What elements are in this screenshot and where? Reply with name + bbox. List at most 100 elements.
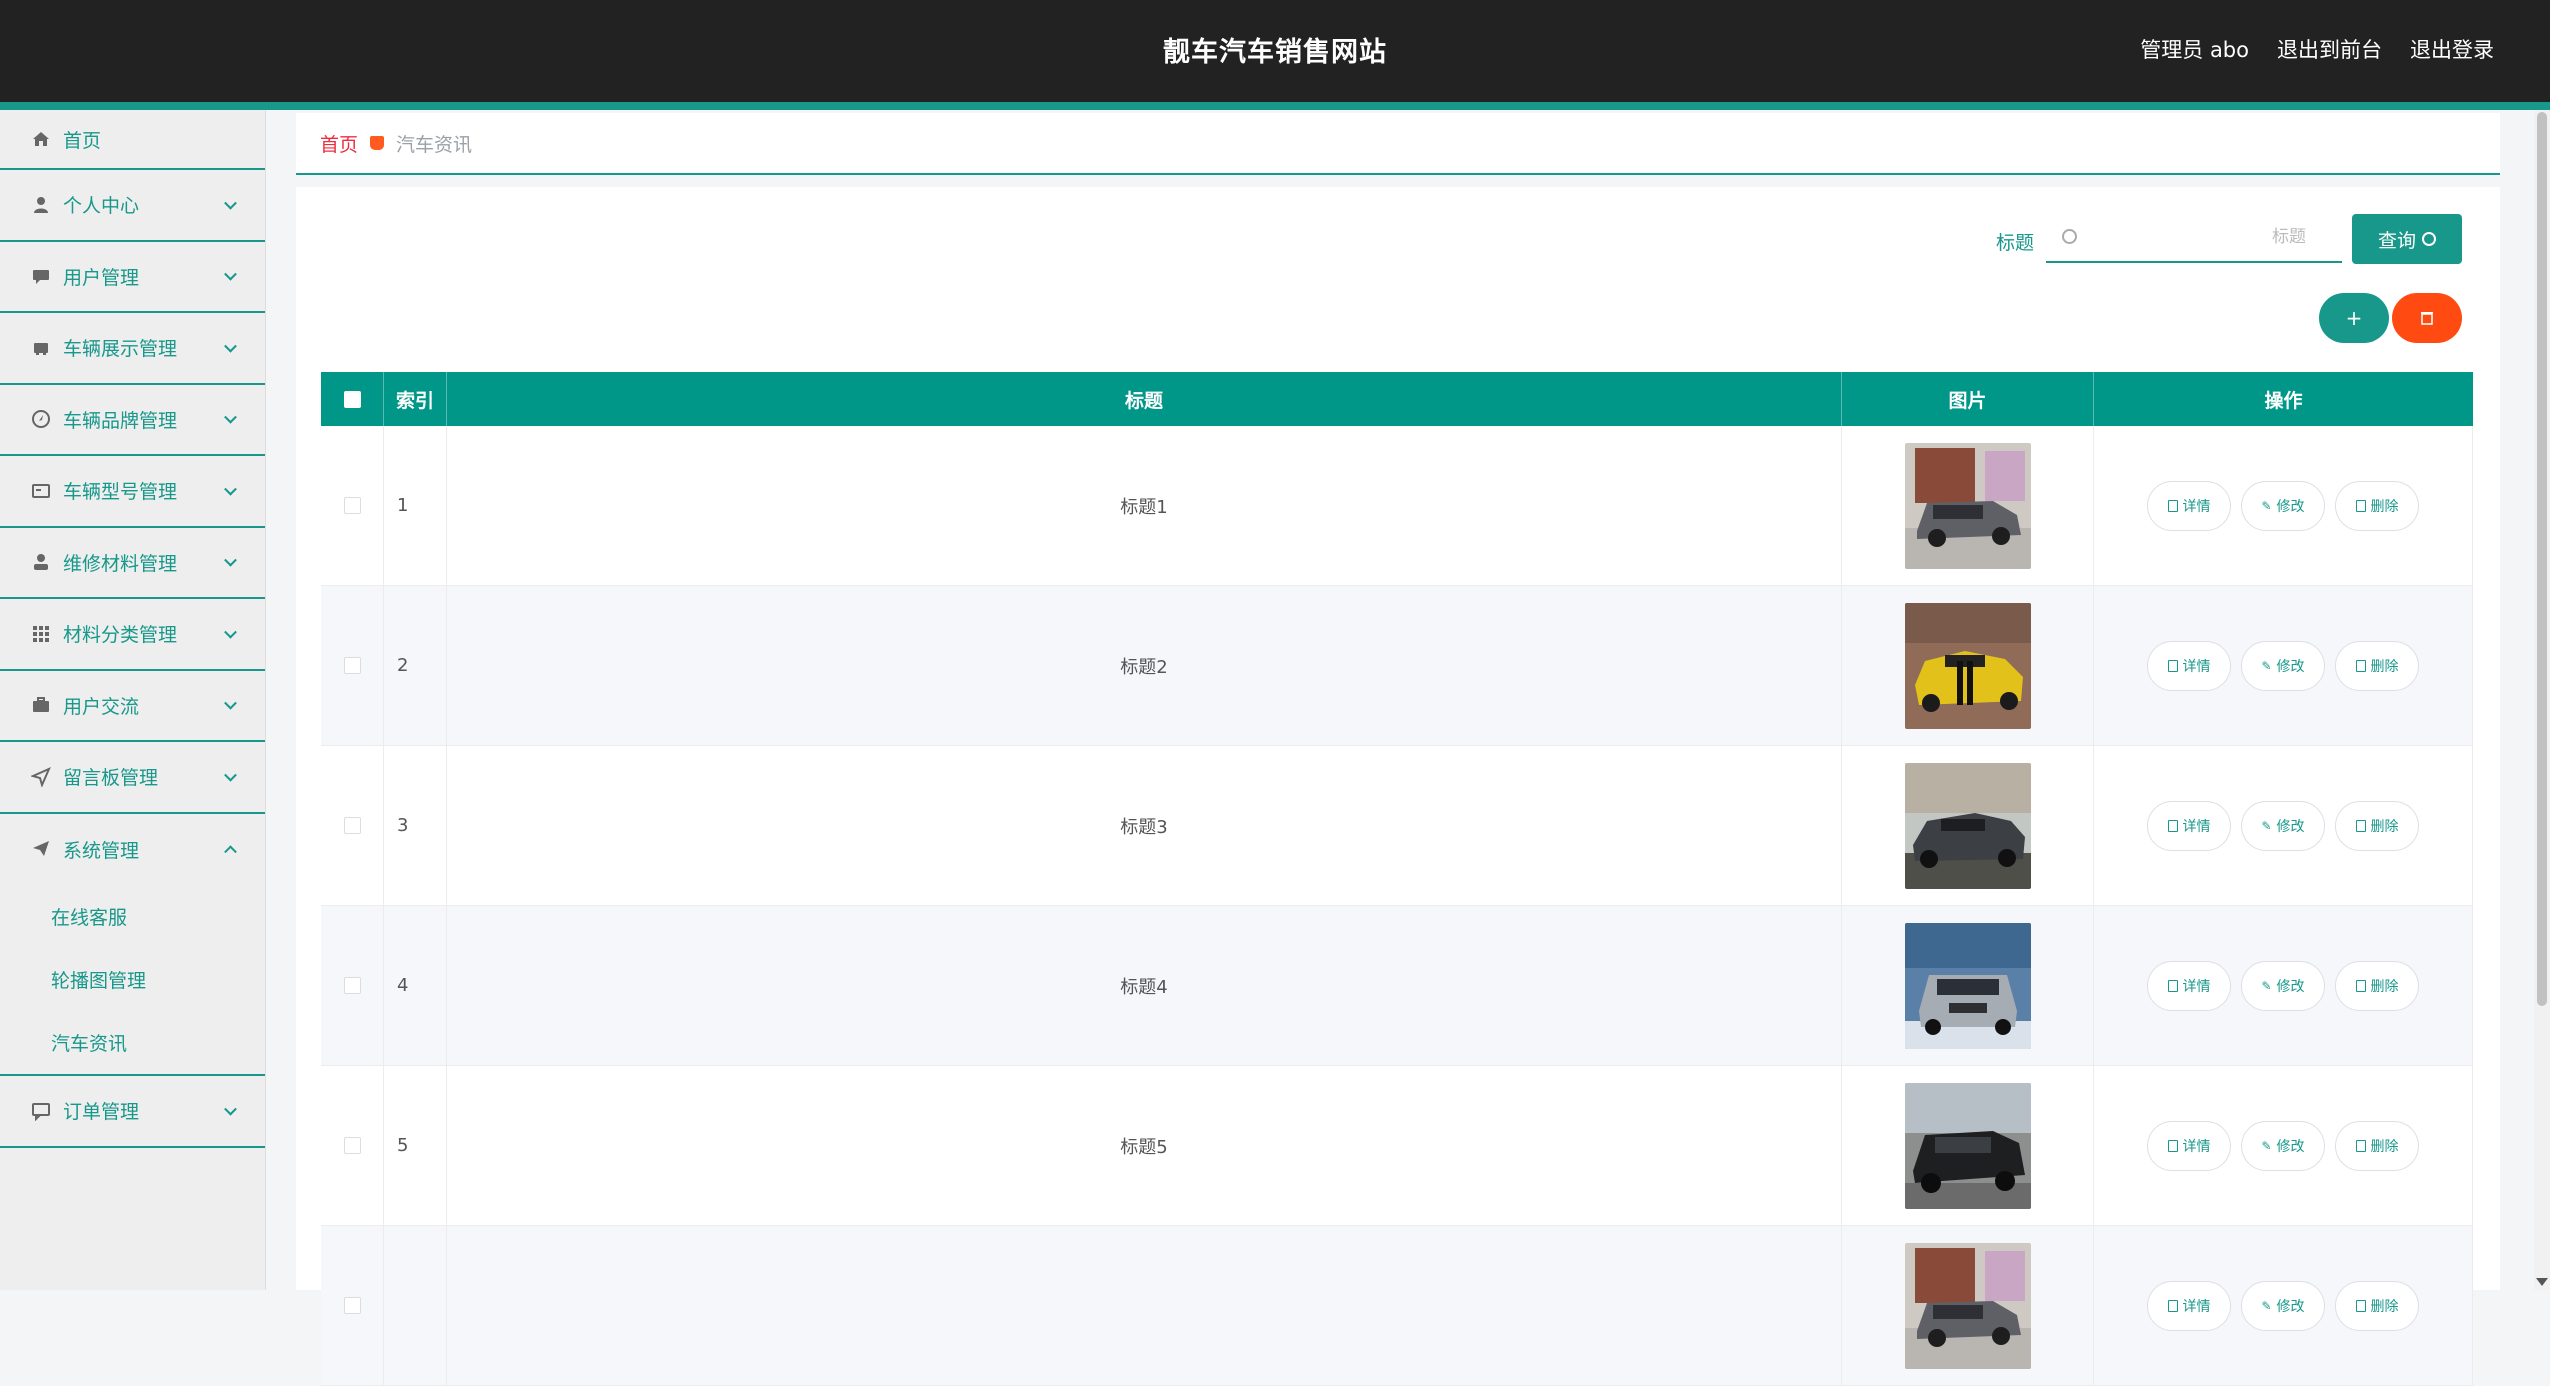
car-thumbnail[interactable] bbox=[1905, 763, 2031, 889]
detail-button[interactable]: 详情 bbox=[2147, 961, 2231, 1011]
delete-button[interactable]: 删除 bbox=[2335, 1281, 2419, 1331]
edit-button[interactable]: ✎修改 bbox=[2241, 641, 2325, 691]
table-header: 索引 标题 图片 操作 bbox=[321, 372, 2473, 426]
content-panel: 标题 查询 + 索引 标题 图片 操作 1 标题1 详情 ✎修改 删除 bbox=[296, 187, 2500, 1290]
chevron-down-icon bbox=[224, 197, 237, 210]
basket-icon bbox=[370, 136, 384, 150]
detail-label: 详情 bbox=[2183, 496, 2211, 516]
sidebar-item-label: 车辆型号管理 bbox=[63, 477, 177, 504]
briefcase-icon bbox=[31, 695, 51, 715]
car-thumbnail[interactable] bbox=[1905, 443, 2031, 569]
document-icon bbox=[2168, 1140, 2178, 1152]
row-image-cell bbox=[1842, 746, 2094, 905]
detail-button[interactable]: 详情 bbox=[2147, 1121, 2231, 1171]
sidebar-item-user-management[interactable]: 用户管理 bbox=[0, 242, 265, 314]
edit-button[interactable]: ✎修改 bbox=[2241, 481, 2325, 531]
edit-button[interactable]: ✎ 修改 bbox=[2241, 1121, 2325, 1171]
edit-label: 修改 bbox=[2277, 1136, 2305, 1156]
title-search-input[interactable] bbox=[2090, 213, 2338, 261]
comment-icon bbox=[31, 1101, 51, 1121]
delete-button[interactable]: 删除 bbox=[2335, 801, 2419, 851]
chevron-down-icon bbox=[224, 411, 237, 424]
row-actions: 详情 ✎修改 删除 bbox=[2094, 746, 2473, 905]
add-button[interactable]: + bbox=[2319, 293, 2389, 343]
sidebar-item-system-management[interactable]: 系统管理 bbox=[0, 814, 265, 886]
delete-button[interactable]: 删除 bbox=[2335, 1121, 2419, 1171]
sidebar-item-vehicle-model[interactable]: 车辆型号管理 bbox=[0, 456, 265, 528]
exit-to-front-link[interactable]: 退出到前台 bbox=[2277, 34, 2382, 64]
plus-icon: + bbox=[2346, 306, 2363, 330]
sidebar-item-label: 留言板管理 bbox=[63, 763, 158, 790]
sidebar-item-label: 首页 bbox=[63, 126, 101, 153]
submenu-car-news[interactable]: 汽车资讯 bbox=[0, 1011, 265, 1074]
row-title: 标题5 bbox=[447, 1066, 1842, 1225]
sidebar-item-order-management[interactable]: 订单管理 bbox=[0, 1076, 265, 1148]
car-thumbnail[interactable] bbox=[1905, 1083, 2031, 1209]
sidebar-item-material-category[interactable]: 材料分类管理 bbox=[0, 599, 265, 671]
car-thumbnail[interactable] bbox=[1905, 1243, 2031, 1369]
row-checkbox[interactable] bbox=[344, 1137, 361, 1154]
detail-button[interactable]: 详情 bbox=[2147, 801, 2231, 851]
row-checkbox[interactable] bbox=[344, 497, 361, 514]
detail-button[interactable]: 详情 bbox=[2147, 481, 2231, 531]
search-icon bbox=[2062, 229, 2077, 244]
chevron-down-icon bbox=[224, 340, 237, 353]
logout-link[interactable]: 退出登录 bbox=[2410, 34, 2494, 64]
edit-button[interactable]: ✎修改 bbox=[2241, 1281, 2325, 1331]
chevron-down-icon bbox=[224, 697, 237, 710]
breadcrumb: 首页 汽车资讯 bbox=[296, 113, 2500, 175]
row-title: 标题2 bbox=[447, 586, 1842, 745]
sidebar: 首页 个人中心 用户管理 车辆展示管理 车辆品牌管理 车辆型号管理 维修材料管理… bbox=[0, 110, 266, 1290]
edit-button[interactable]: ✎修改 bbox=[2241, 801, 2325, 851]
trash-icon bbox=[2356, 500, 2366, 512]
chevron-down-icon bbox=[224, 1103, 237, 1116]
delete-button[interactable]: 删除 bbox=[2335, 641, 2419, 691]
sidebar-item-home[interactable]: 首页 bbox=[0, 110, 265, 170]
row-select-cell bbox=[321, 906, 384, 1065]
car-thumbnail[interactable] bbox=[1905, 603, 2031, 729]
row-title bbox=[447, 1226, 1842, 1385]
sidebar-item-vehicle-display[interactable]: 车辆展示管理 bbox=[0, 313, 265, 385]
delete-button[interactable]: 删除 bbox=[2335, 481, 2419, 531]
pencil-icon: ✎ bbox=[2261, 1139, 2271, 1153]
detail-button[interactable]: 详情 bbox=[2147, 1281, 2231, 1331]
submenu-online-service[interactable]: 在线客服 bbox=[0, 885, 265, 948]
row-checkbox[interactable] bbox=[344, 977, 361, 994]
detail-button[interactable]: 详情 bbox=[2147, 641, 2231, 691]
sidebar-item-message-board[interactable]: 留言板管理 bbox=[0, 742, 265, 814]
table-row: 详情 ✎修改 删除 bbox=[321, 1226, 2473, 1386]
table-row: 1 标题1 详情 ✎修改 删除 bbox=[321, 426, 2473, 586]
edit-button[interactable]: ✎修改 bbox=[2241, 961, 2325, 1011]
detail-label: 详情 bbox=[2183, 976, 2211, 996]
row-checkbox[interactable] bbox=[344, 817, 361, 834]
delete-button[interactable]: 删除 bbox=[2335, 961, 2419, 1011]
pencil-icon: ✎ bbox=[2261, 659, 2271, 673]
submenu-carousel-management[interactable]: 轮播图管理 bbox=[0, 948, 265, 1011]
select-all-checkbox[interactable] bbox=[344, 391, 361, 408]
admin-user-label: 管理员 abo bbox=[2140, 34, 2249, 64]
sidebar-item-personal-center[interactable]: 个人中心 bbox=[0, 170, 265, 242]
table-row: 4 标题4 详情 ✎修改 删除 bbox=[321, 906, 2473, 1066]
chevron-down-icon bbox=[224, 483, 237, 496]
chat-icon bbox=[31, 266, 51, 286]
row-image-cell bbox=[1842, 426, 2094, 585]
header-title: 标题 bbox=[447, 372, 1842, 426]
paper-plane-icon bbox=[31, 839, 51, 859]
scrollbar-thumb[interactable] bbox=[2537, 112, 2547, 1006]
row-select-cell bbox=[321, 586, 384, 745]
batch-delete-button[interactable] bbox=[2392, 293, 2462, 343]
scroll-down-arrow-icon[interactable] bbox=[2536, 1278, 2548, 1286]
breadcrumb-home[interactable]: 首页 bbox=[320, 130, 358, 157]
sidebar-item-repair-materials[interactable]: 维修材料管理 bbox=[0, 528, 265, 600]
row-checkbox[interactable] bbox=[344, 657, 361, 674]
trash-icon bbox=[2356, 660, 2366, 672]
row-actions: 详情 ✎修改 删除 bbox=[2094, 906, 2473, 1065]
query-button[interactable]: 查询 bbox=[2352, 214, 2462, 264]
row-index: 4 bbox=[384, 906, 447, 1065]
car-thumbnail[interactable] bbox=[1905, 923, 2031, 1049]
sidebar-item-label: 车辆展示管理 bbox=[63, 334, 177, 361]
sidebar-item-vehicle-brand[interactable]: 车辆品牌管理 bbox=[0, 385, 265, 457]
row-checkbox[interactable] bbox=[344, 1297, 361, 1314]
row-actions: 详情 ✎修改 删除 bbox=[2094, 426, 2473, 585]
sidebar-item-user-exchange[interactable]: 用户交流 bbox=[0, 671, 265, 743]
